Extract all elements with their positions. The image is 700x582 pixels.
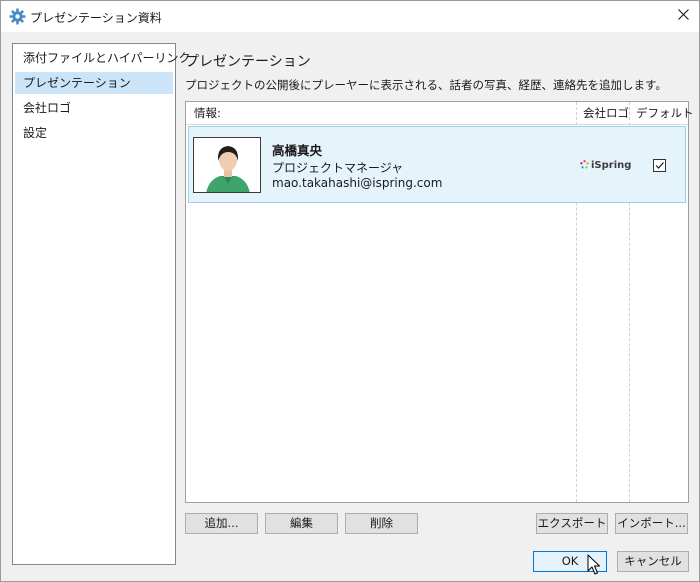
sidebar-item-company-logo[interactable]: 会社ロゴ [15,97,173,119]
table-row[interactable]: 高橋真央 プロジェクトマネージャ mao.takahashi@ispring.c… [188,126,686,203]
gear-icon [9,8,26,25]
dialog-window: プレゼンテーション資料 添付ファイルとハイパーリンク プレゼンテーション 会社ロ… [0,0,700,582]
logo-text: iSpring [591,159,632,171]
presenter-email: mao.takahashi@ispring.com [272,176,443,190]
mouse-cursor-icon [587,554,601,579]
presenter-table: 情報: 会社ロゴ デフォルト 高橋真央 プロジェクトマネージャ mao.taka… [185,101,694,503]
column-header-default[interactable]: デフォルト [636,102,694,124]
title-bar: プレゼンテーション資料 [1,1,699,32]
sidebar: 添付ファイルとハイパーリンク プレゼンテーション 会社ロゴ 設定 [12,43,191,565]
checkmark-icon [654,160,665,171]
close-icon [677,9,689,23]
add-button[interactable]: 追加... [185,513,258,534]
column-header-info[interactable]: 情報: [194,102,221,124]
delete-button[interactable]: 削除 [345,513,418,534]
close-button[interactable] [671,5,695,27]
column-header-company-logo[interactable]: 会社ロゴ [583,102,629,124]
ispring-logo-icon [580,158,589,172]
company-logo: iSpring [580,158,631,172]
default-checkbox[interactable] [653,159,666,172]
edit-button[interactable]: 編集 [265,513,338,534]
sidebar-item-settings[interactable]: 設定 [15,122,173,144]
header-divider [186,124,688,125]
section-description: プロジェクトの公開後にプレーヤーに表示される、話者の写真、経歴、連絡先を追加しま… [185,78,667,92]
presenter-name: 高橋真央 [272,143,323,158]
section-title: プレゼンテーション [185,54,311,70]
export-button[interactable]: エクスポート [536,513,608,534]
presenter-title: プロジェクトマネージャ [272,161,404,175]
import-button[interactable]: インポート... [615,513,688,534]
sidebar-item-presentation[interactable]: プレゼンテーション [15,72,173,94]
window-title: プレゼンテーション資料 [30,11,162,25]
sidebar-item-attachments[interactable]: 添付ファイルとハイパーリンク [15,47,191,69]
presenter-photo [193,137,261,193]
cancel-button[interactable]: キャンセル [617,551,689,572]
